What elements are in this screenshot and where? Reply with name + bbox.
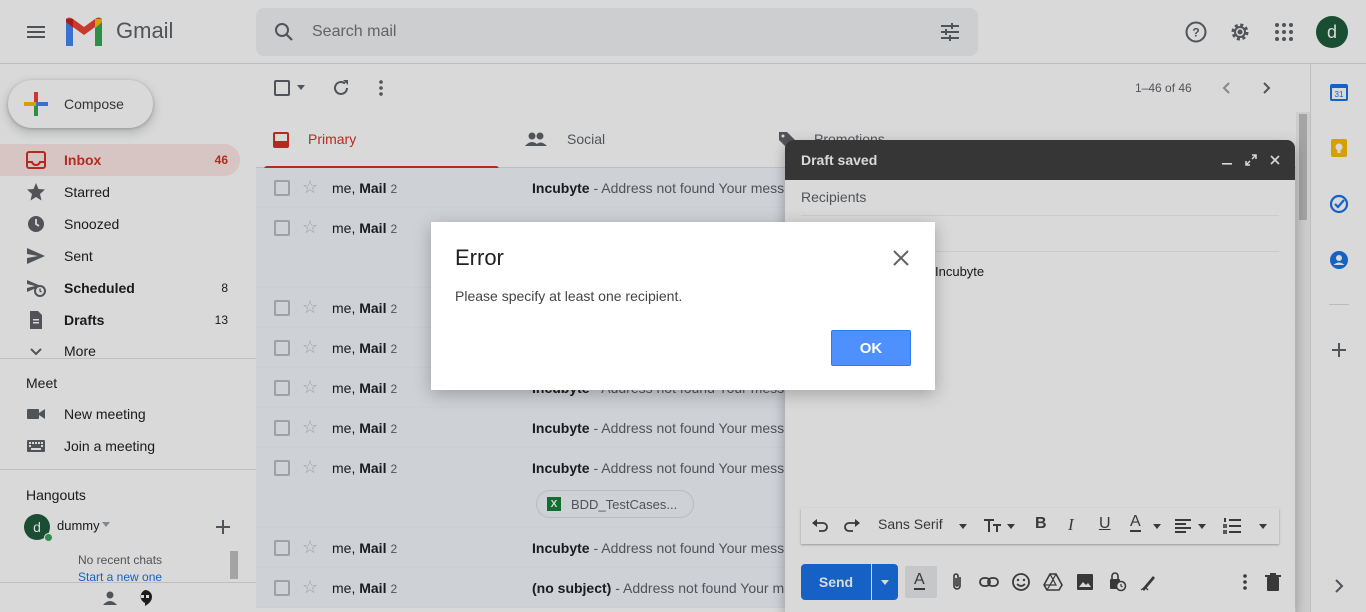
dialog-title: Error (455, 245, 504, 270)
dialog-message: Please specify at least one recipient. (455, 288, 683, 304)
close-icon[interactable] (889, 246, 913, 270)
ok-button[interactable]: OK (831, 330, 911, 366)
error-dialog: Error Please specify at least one recipi… (431, 222, 935, 390)
